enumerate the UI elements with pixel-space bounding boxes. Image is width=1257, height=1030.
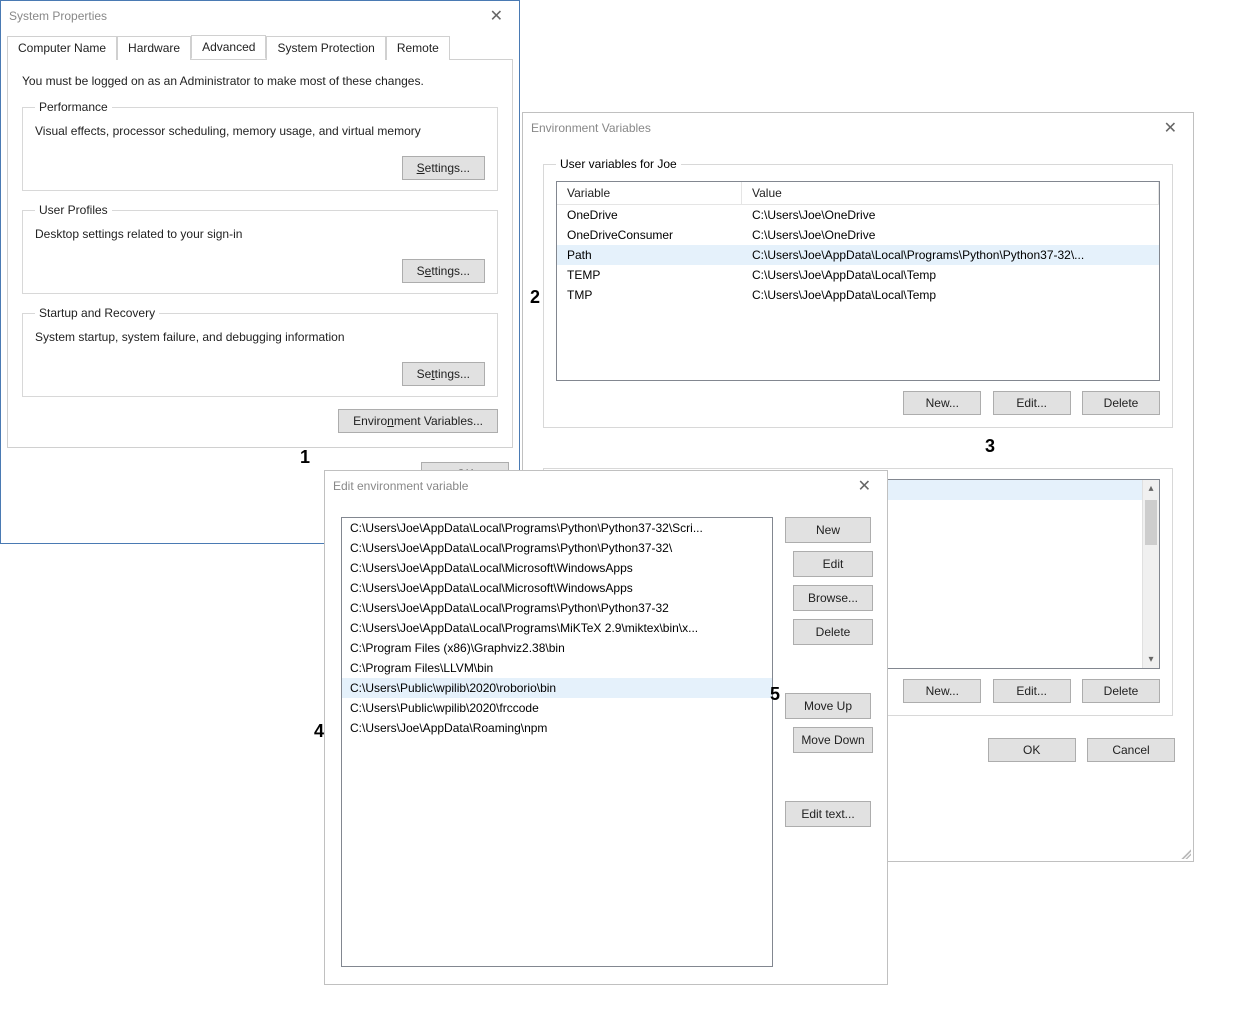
system-vars-scrollbar[interactable]: ▴ ▾ — [1142, 480, 1159, 668]
user-vars-buttons: New... Edit... Delete — [556, 391, 1160, 415]
close-icon[interactable]: ✕ — [482, 4, 511, 28]
system-delete-button[interactable]: Delete — [1082, 679, 1160, 703]
user-var-row[interactable]: PathC:\Users\Joe\AppData\Local\Programs\… — [557, 245, 1159, 265]
editenv-delete-button[interactable]: Delete — [793, 619, 873, 645]
performance-settings-button[interactable]: Settings... — [402, 156, 485, 180]
annotation-4: 4 — [314, 721, 324, 742]
performance-desc: Visual effects, processor scheduling, me… — [35, 124, 485, 138]
annotation-5: 5 — [770, 684, 780, 705]
user-var-row[interactable]: OneDriveC:\Users\Joe\OneDrive — [557, 205, 1159, 225]
system-edit-button[interactable]: Edit... — [993, 679, 1071, 703]
tab-system-protection[interactable]: System Protection — [266, 36, 385, 60]
performance-group: Performance Visual effects, processor sc… — [22, 100, 498, 191]
editenv-new-button[interactable]: New — [785, 517, 871, 543]
scroll-thumb[interactable] — [1145, 500, 1157, 545]
editenv-browse-button[interactable]: Browse... — [793, 585, 873, 611]
user-delete-button[interactable]: Delete — [1082, 391, 1160, 415]
user-profiles-legend: User Profiles — [35, 203, 112, 217]
user-vars-header: Variable Value — [557, 182, 1159, 205]
sysprops-tabs: Computer Name Hardware Advanced System P… — [7, 35, 513, 59]
startup-recovery-legend: Startup and Recovery — [35, 306, 159, 320]
user-edit-button[interactable]: Edit... — [993, 391, 1071, 415]
user-vars-table[interactable]: Variable Value OneDriveC:\Users\Joe\OneD… — [556, 181, 1160, 381]
envvars-title: Environment Variables — [531, 121, 651, 135]
path-entry[interactable]: C:\Users\Public\wpilib\2020\frccode — [342, 698, 772, 718]
path-entry[interactable]: C:\Users\Joe\AppData\Local\Programs\MiKT… — [342, 618, 772, 638]
sysprops-intro: You must be logged on as an Administrato… — [22, 74, 498, 88]
user-profiles-group: User Profiles Desktop settings related t… — [22, 203, 498, 294]
editenv-edit-button[interactable]: Edit — [793, 551, 873, 577]
user-var-name: Path — [557, 245, 742, 265]
user-vars-legend: User variables for Joe — [556, 157, 681, 171]
user-var-name: TEMP — [557, 265, 742, 285]
user-var-row[interactable]: TMPC:\Users\Joe\AppData\Local\Temp — [557, 285, 1159, 305]
resize-grip-icon[interactable] — [1179, 847, 1191, 859]
editenv-titlebar: Edit environment variable ✕ — [325, 471, 887, 501]
scroll-up-icon[interactable]: ▴ — [1143, 480, 1159, 497]
tab-computer-name[interactable]: Computer Name — [7, 36, 117, 60]
edit-env-var-window: Edit environment variable ✕ C:\Users\Joe… — [324, 470, 888, 985]
environment-variables-button[interactable]: Environment Variables... — [338, 409, 498, 433]
startup-recovery-settings-button[interactable]: Settings... — [402, 362, 485, 386]
path-entry[interactable]: C:\Users\Joe\AppData\Local\Programs\Pyth… — [342, 598, 772, 618]
editenv-body: C:\Users\Joe\AppData\Local\Programs\Pyth… — [325, 501, 887, 983]
performance-settings-label: ettings... — [425, 161, 470, 175]
performance-legend: Performance — [35, 100, 112, 114]
path-list[interactable]: C:\Users\Joe\AppData\Local\Programs\Pyth… — [341, 517, 773, 967]
path-entry[interactable]: C:\Users\Joe\AppData\Local\Programs\Pyth… — [342, 518, 772, 538]
user-var-name: OneDriveConsumer — [557, 225, 742, 245]
editenv-title: Edit environment variable — [333, 479, 468, 493]
user-var-name: TMP — [557, 285, 742, 305]
editenv-buttons: New Edit Browse... Delete Move Up Move D… — [785, 517, 871, 967]
user-var-value: C:\Users\Joe\AppData\Local\Temp — [742, 285, 1159, 305]
startup-recovery-desc: System startup, system failure, and debu… — [35, 330, 485, 344]
tab-advanced[interactable]: Advanced — [191, 35, 266, 59]
user-var-value: C:\Users\Joe\AppData\Local\Programs\Pyth… — [742, 245, 1159, 265]
header-variable[interactable]: Variable — [557, 182, 742, 205]
user-var-row[interactable]: TEMPC:\Users\Joe\AppData\Local\Temp — [557, 265, 1159, 285]
path-entry[interactable]: C:\Users\Public\wpilib\2020\roborio\bin — [342, 678, 772, 698]
path-entry[interactable]: C:\Users\Joe\AppData\Local\Microsoft\Win… — [342, 558, 772, 578]
user-new-button[interactable]: New... — [903, 391, 981, 415]
path-entry[interactable]: C:\Users\Joe\AppData\Local\Microsoft\Win… — [342, 578, 772, 598]
sysprops-body: You must be logged on as an Administrato… — [7, 59, 513, 448]
annotation-2: 2 — [530, 287, 540, 308]
envvars-ok-button[interactable]: OK — [988, 738, 1076, 762]
user-var-name: OneDrive — [557, 205, 742, 225]
annotation-3: 3 — [985, 436, 995, 457]
user-var-value: C:\Users\Joe\OneDrive — [742, 225, 1159, 245]
close-icon[interactable]: ✕ — [1156, 116, 1185, 140]
sysprops-titlebar: System Properties ✕ — [1, 1, 519, 31]
path-entry[interactable]: C:\Program Files (x86)\Graphviz2.38\bin — [342, 638, 772, 658]
path-entry[interactable]: C:\Program Files\LLVM\bin — [342, 658, 772, 678]
scroll-down-icon[interactable]: ▾ — [1143, 651, 1159, 668]
tab-remote[interactable]: Remote — [386, 36, 450, 60]
envvars-titlebar: Environment Variables ✕ — [523, 113, 1193, 143]
editenv-movedown-button[interactable]: Move Down — [793, 727, 873, 753]
startup-recovery-group: Startup and Recovery System startup, sys… — [22, 306, 498, 397]
user-profiles-desc: Desktop settings related to your sign-in — [35, 227, 485, 241]
editenv-edittext-button[interactable]: Edit text... — [785, 801, 871, 827]
user-profiles-settings-button[interactable]: Settings... — [402, 259, 485, 283]
system-new-button[interactable]: New... — [903, 679, 981, 703]
path-entry[interactable]: C:\Users\Joe\AppData\Roaming\npm — [342, 718, 772, 738]
close-icon[interactable]: ✕ — [850, 474, 879, 498]
user-var-value: C:\Users\Joe\OneDrive — [742, 205, 1159, 225]
user-var-row[interactable]: OneDriveConsumerC:\Users\Joe\OneDrive — [557, 225, 1159, 245]
user-vars-rows: OneDriveC:\Users\Joe\OneDriveOneDriveCon… — [557, 205, 1159, 305]
header-value[interactable]: Value — [742, 182, 1159, 205]
user-var-value: C:\Users\Joe\AppData\Local\Temp — [742, 265, 1159, 285]
annotation-1: 1 — [300, 447, 310, 468]
user-vars-group: User variables for Joe Variable Value On… — [543, 157, 1173, 428]
system-properties-window: System Properties ✕ Computer Name Hardwa… — [0, 0, 520, 544]
envvars-cancel-button[interactable]: Cancel — [1087, 738, 1175, 762]
editenv-moveup-button[interactable]: Move Up — [785, 693, 871, 719]
path-entry[interactable]: C:\Users\Joe\AppData\Local\Programs\Pyth… — [342, 538, 772, 558]
tab-hardware[interactable]: Hardware — [117, 36, 191, 60]
sysprops-title: System Properties — [9, 9, 107, 23]
